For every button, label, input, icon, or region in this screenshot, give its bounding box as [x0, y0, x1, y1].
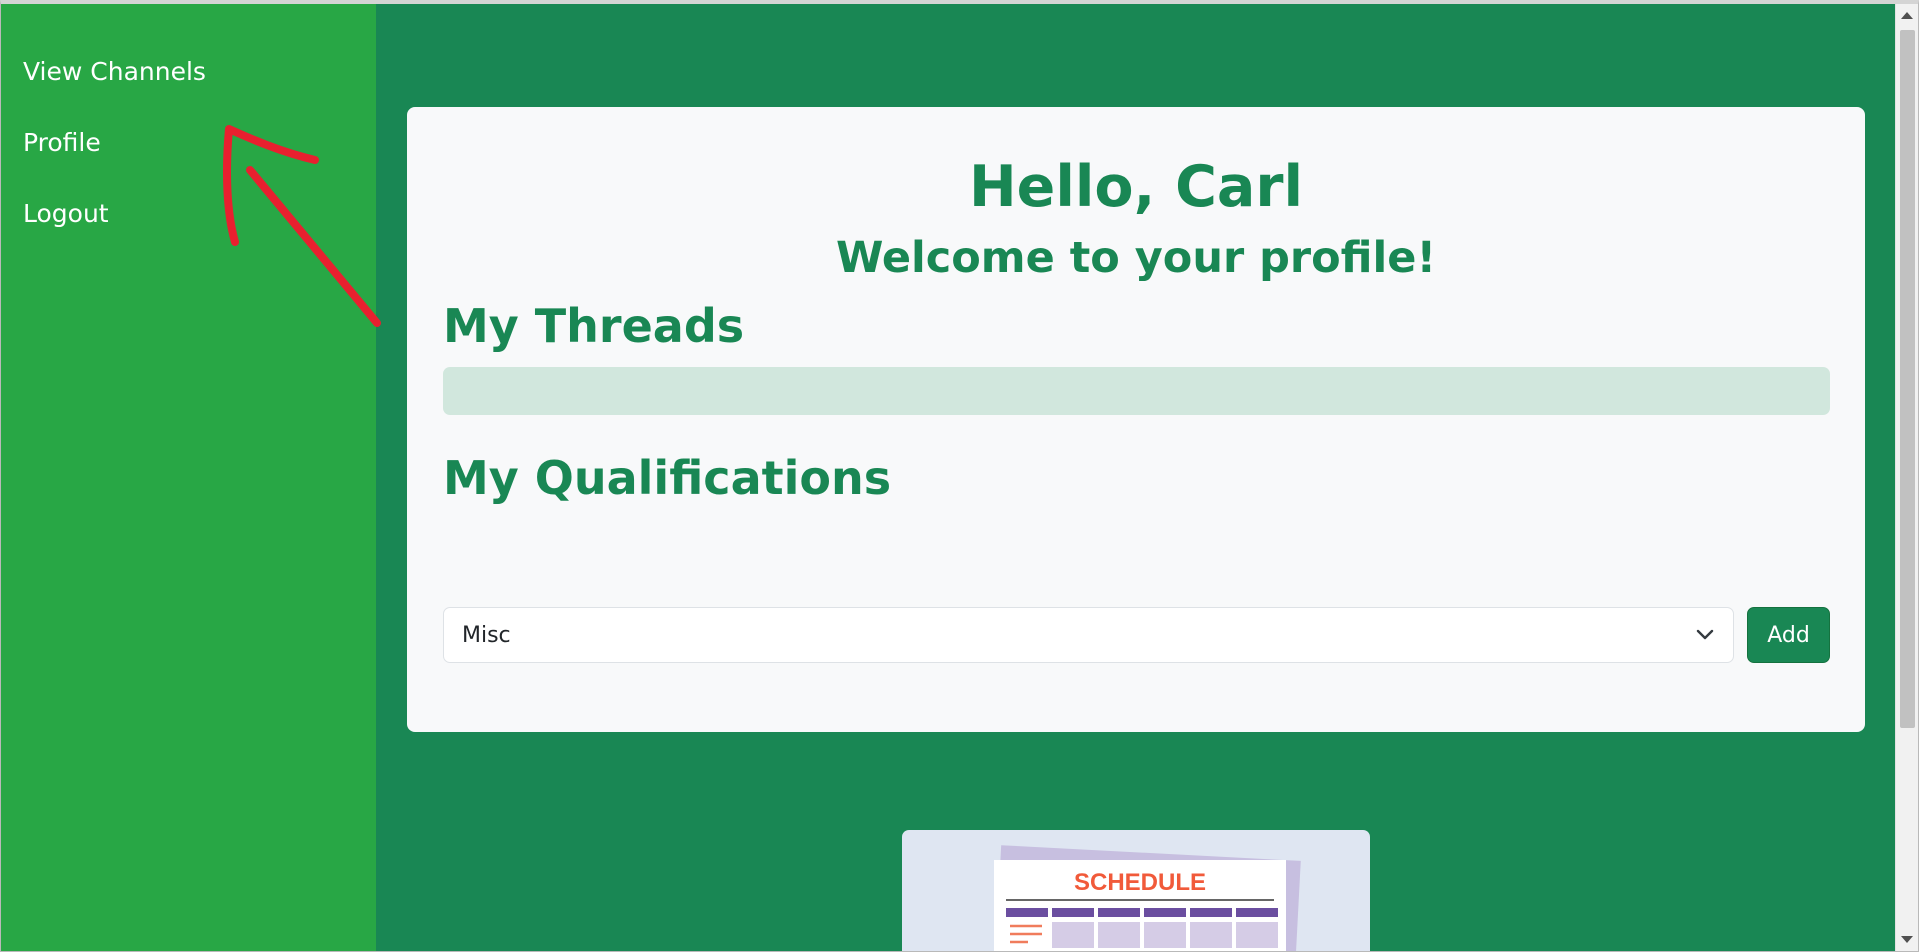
add-qualification-button[interactable]: Add	[1747, 607, 1830, 663]
sidebar-item-profile[interactable]: Profile	[23, 128, 101, 157]
qualifications-heading: My Qualifications	[443, 451, 892, 505]
profile-card: Hello, Carl Welcome to your profile! My …	[407, 107, 1865, 732]
sidebar-item-view-channels[interactable]: View Channels	[23, 57, 206, 86]
chevron-down-icon	[1696, 629, 1714, 640]
scroll-down-arrow-icon[interactable]	[1901, 936, 1913, 943]
threads-list	[443, 367, 1830, 415]
browser-viewport: View Channels Profile Logout Hello, Carl…	[0, 0, 1919, 952]
schedule-image: SCHEDULE	[994, 845, 1301, 951]
vertical-scrollbar[interactable]	[1895, 4, 1918, 951]
qualification-select[interactable]: Misc	[443, 607, 1734, 663]
page-title: Hello, Carl	[968, 154, 1304, 220]
sidebar: View Channels Profile Logout	[1, 4, 376, 951]
schedule-illustration: SCHEDULE	[902, 830, 1370, 951]
qualification-select-value: Misc	[462, 623, 511, 648]
welcome-subtitle: Welcome to your profile!	[835, 233, 1437, 283]
schedule-title: SCHEDULE	[1074, 869, 1206, 896]
main-content: Hello, Carl Welcome to your profile! My …	[376, 4, 1895, 951]
scrollbar-thumb[interactable]	[1900, 30, 1915, 728]
sidebar-item-logout[interactable]: Logout	[23, 199, 109, 228]
threads-heading: My Threads	[443, 299, 745, 353]
scroll-up-arrow-icon[interactable]	[1901, 12, 1913, 19]
